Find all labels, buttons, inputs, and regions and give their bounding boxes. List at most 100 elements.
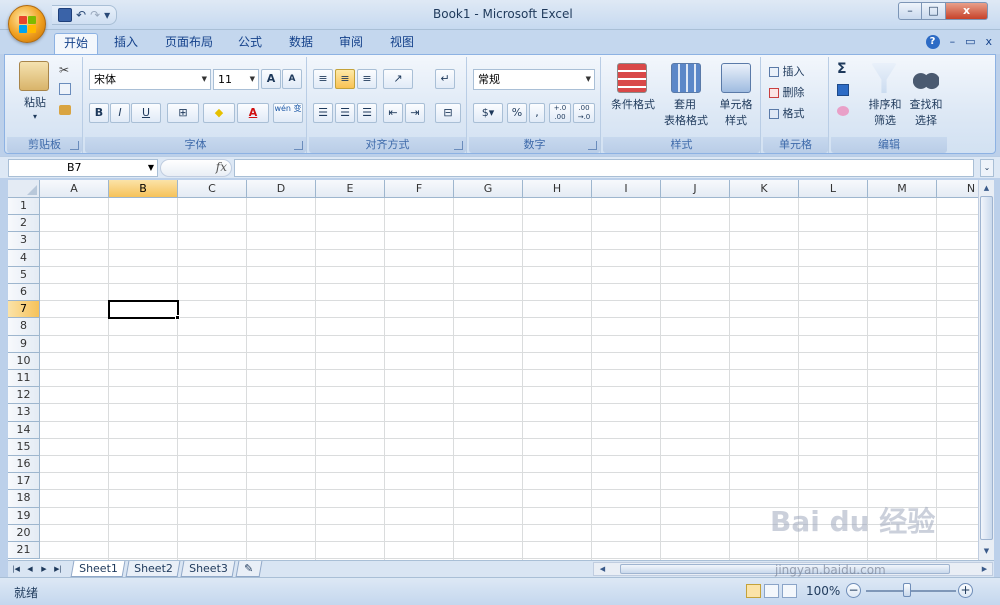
merge-center-button[interactable]: ⊟	[435, 103, 461, 123]
customize-qat-icon[interactable]: ▾	[104, 7, 110, 23]
page-layout-view-icon[interactable]	[764, 584, 779, 598]
column-header-i[interactable]: I	[592, 180, 661, 198]
row-header-6[interactable]: 6	[8, 284, 40, 302]
insert-sheet-button[interactable]: ✎	[235, 561, 263, 577]
row-header-4[interactable]: 4	[8, 249, 40, 267]
column-header-b[interactable]: B	[109, 180, 178, 198]
binoculars-icon[interactable]	[913, 63, 939, 93]
select-all-corner[interactable]	[8, 180, 40, 198]
scroll-up-icon[interactable]: ▲	[980, 181, 993, 195]
name-box[interactable]: B7 ▼	[8, 159, 158, 177]
bottom-align-button[interactable]: ≡	[357, 69, 377, 89]
cell-styles-line2[interactable]: 样式	[711, 113, 761, 128]
zoom-slider-track[interactable]	[866, 590, 956, 592]
row-header-10[interactable]: 10	[8, 352, 40, 370]
bold-button[interactable]: B	[89, 103, 109, 123]
zoom-in-icon[interactable]: +	[958, 583, 973, 598]
prev-sheet-icon[interactable]: ◀	[24, 562, 36, 576]
column-header-a[interactable]: A	[40, 180, 109, 198]
row-header-17[interactable]: 17	[8, 473, 40, 491]
cell-styles-icon[interactable]	[721, 63, 751, 93]
row-header-12[interactable]: 12	[8, 387, 40, 405]
row-header-1[interactable]: 1	[8, 198, 40, 216]
sheet-tab-1[interactable]: Sheet1	[70, 561, 126, 577]
row-header-15[interactable]: 15	[8, 438, 40, 456]
delete-cells-button[interactable]: 删除	[769, 84, 805, 100]
clear-icon[interactable]	[837, 106, 849, 116]
font-launcher-icon[interactable]	[294, 141, 303, 150]
clipboard-launcher-icon[interactable]	[70, 141, 79, 150]
format-as-table-icon[interactable]	[671, 63, 701, 93]
format-as-table-line1[interactable]: 套用	[659, 97, 711, 112]
first-sheet-icon[interactable]: |◀	[10, 562, 22, 576]
tab-page-layout[interactable]: 页面布局	[158, 33, 220, 54]
close-button[interactable]: x	[946, 2, 988, 20]
tab-view[interactable]: 视图	[382, 33, 422, 54]
find-select-line1[interactable]: 查找和	[905, 97, 947, 112]
row-header-8[interactable]: 8	[8, 318, 40, 336]
zoom-out-icon[interactable]: −	[846, 583, 861, 598]
row-header-13[interactable]: 13	[8, 404, 40, 422]
number-format-select[interactable]: 常规 ▼	[473, 69, 595, 90]
row-header-21[interactable]: 21	[8, 542, 40, 560]
column-header-e[interactable]: E	[316, 180, 385, 198]
phonetic-button[interactable]: wén 变	[273, 103, 303, 123]
underline-button[interactable]: U	[131, 103, 161, 123]
middle-align-button[interactable]: ≡	[335, 69, 355, 89]
column-header-l[interactable]: L	[799, 180, 868, 198]
row-header-18[interactable]: 18	[8, 490, 40, 508]
font-color-button[interactable]: A	[237, 103, 269, 123]
cut-icon[interactable]: ✂	[59, 63, 69, 77]
page-break-view-icon[interactable]	[782, 584, 797, 598]
active-cell[interactable]	[108, 300, 179, 320]
row-header-5[interactable]: 5	[8, 266, 40, 284]
normal-view-icon[interactable]	[746, 584, 761, 598]
paste-dropdown-arrow[interactable]: ▾	[11, 109, 59, 124]
accounting-format-button[interactable]: $▾	[473, 103, 503, 123]
zoom-level[interactable]: 100%	[806, 584, 840, 598]
conditional-format-icon[interactable]	[617, 63, 647, 93]
tab-review[interactable]: 审阅	[331, 33, 371, 54]
row-header-3[interactable]: 3	[8, 232, 40, 250]
maximize-button[interactable]: □	[922, 2, 946, 20]
column-header-n[interactable]: N	[937, 180, 978, 198]
formula-input[interactable]	[234, 159, 974, 177]
decrease-decimal-button[interactable]: .00 →.0	[573, 103, 595, 123]
font-size-select[interactable]: 11 ▼	[213, 69, 259, 90]
align-center-button[interactable]: ☰	[335, 103, 355, 123]
row-header-20[interactable]: 20	[8, 524, 40, 542]
autosum-icon[interactable]: Σ	[837, 61, 847, 77]
tab-home[interactable]: 开始	[54, 33, 98, 54]
minimize-button[interactable]: –	[898, 2, 922, 20]
top-align-button[interactable]: ≡	[313, 69, 333, 89]
align-left-button[interactable]: ☰	[313, 103, 333, 123]
font-name-select[interactable]: 宋体 ▼	[89, 69, 211, 90]
undo-icon[interactable]: ↶	[76, 7, 86, 23]
sheet-tab-3[interactable]: Sheet3	[180, 561, 236, 577]
scroll-down-icon[interactable]: ▼	[980, 544, 993, 558]
grow-font-button[interactable]: A	[261, 69, 281, 89]
scroll-left-icon[interactable]: ◀	[596, 562, 609, 576]
next-sheet-icon[interactable]: ▶	[38, 562, 50, 576]
comma-button[interactable]: ,	[529, 103, 545, 123]
save-icon[interactable]	[58, 8, 72, 22]
vertical-scrollbar[interactable]: ▲ ▼	[978, 180, 994, 560]
align-right-button[interactable]: ☰	[357, 103, 377, 123]
zoom-slider-thumb[interactable]	[903, 583, 911, 597]
row-header-16[interactable]: 16	[8, 456, 40, 474]
format-as-table-line2[interactable]: 表格格式	[655, 113, 717, 128]
last-sheet-icon[interactable]: ▶|	[52, 562, 64, 576]
column-header-m[interactable]: M	[868, 180, 937, 198]
sort-filter-icon[interactable]	[871, 63, 897, 93]
find-select-line2[interactable]: 选择	[905, 113, 947, 128]
paste-button[interactable]: 粘贴	[11, 95, 59, 110]
number-launcher-icon[interactable]	[588, 141, 597, 150]
office-button[interactable]	[8, 5, 46, 43]
row-header-11[interactable]: 11	[8, 370, 40, 388]
column-header-c[interactable]: C	[178, 180, 247, 198]
orientation-button[interactable]: ↗	[383, 69, 413, 89]
conditional-format-button[interactable]: 条件格式	[605, 97, 661, 112]
row-header-9[interactable]: 9	[8, 335, 40, 353]
cell-styles-line1[interactable]: 单元格	[711, 97, 761, 112]
tab-data[interactable]: 数据	[281, 33, 321, 54]
